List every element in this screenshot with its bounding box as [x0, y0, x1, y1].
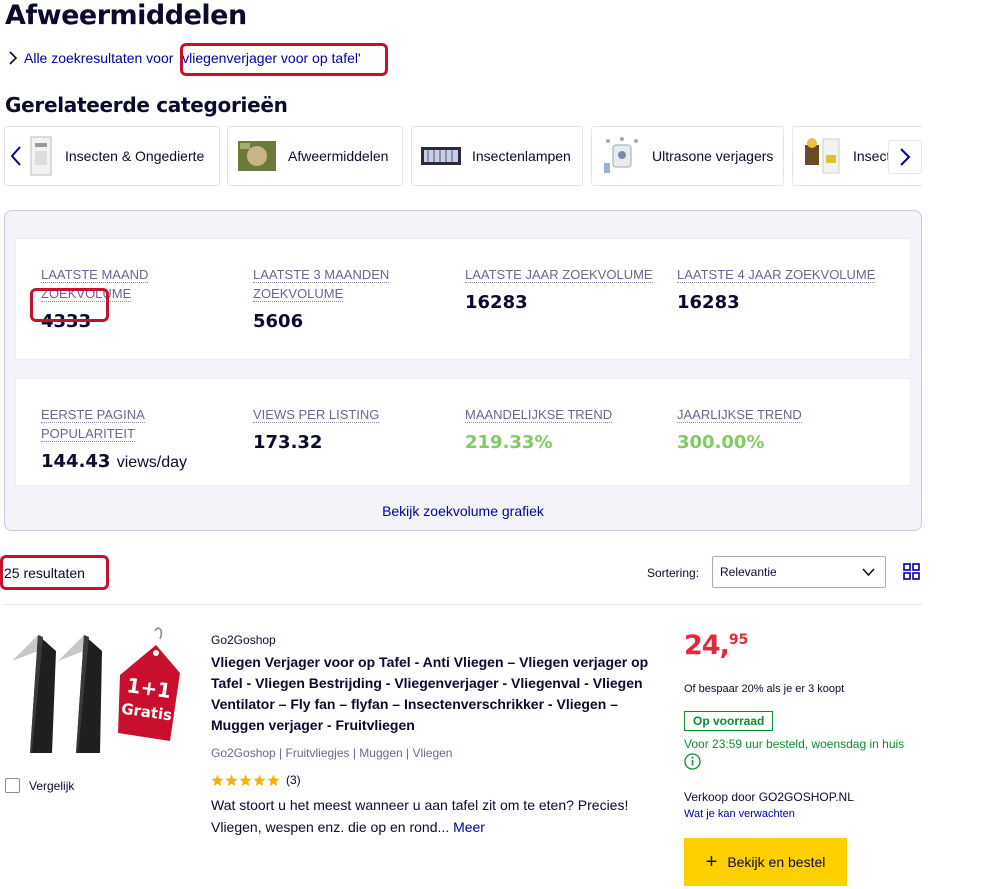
- description-text: Wat stoort u het meest wanneer u aan taf…: [211, 797, 629, 835]
- category-card-afweermiddelen[interactable]: Afweermiddelen: [227, 126, 403, 186]
- stat-last-4-years: LAATSTE 4 JAAR ZOEKVOLUME 16283: [677, 265, 877, 313]
- product-price: 24, 95: [684, 630, 748, 661]
- page-title: Afweermiddelen: [5, 0, 247, 31]
- stock-badge: Op voorraad: [684, 711, 774, 731]
- results-divider: [4, 604, 922, 605]
- category-card-ultrasone[interactable]: Ultrasone verjagers: [591, 126, 784, 186]
- sold-by-text: Verkoop door GO2GOSHOP.NL: [684, 790, 854, 804]
- product-categories: Go2Goshop | Fruitvliegjes | Muggen | Vli…: [211, 746, 453, 760]
- star-icon: [267, 774, 280, 786]
- stat-label[interactable]: LAATSTE JAAR ZOEKVOLUME: [465, 267, 653, 283]
- repellent-box-thumbnail-icon: [238, 141, 276, 171]
- trap-products-thumbnail-icon: [805, 138, 840, 174]
- grid-view-icon[interactable]: [903, 563, 920, 580]
- stat-label[interactable]: LAATSTE 4 JAAR ZOEKVOLUME: [677, 267, 876, 283]
- compare-checkbox[interactable]: Vergelijk: [5, 778, 74, 793]
- sort-selected-value: Relevantie: [720, 565, 777, 579]
- chevron-right-icon: [9, 51, 18, 65]
- stat-value: 173.32: [253, 432, 323, 453]
- delivery-promise: Voor 23:59 uur besteld, woensdag in huis: [684, 737, 905, 751]
- price-cents: 95: [728, 632, 749, 648]
- star-icon: [211, 774, 224, 786]
- stat-unit: views/day: [116, 454, 187, 471]
- chevron-left-icon: [10, 146, 21, 166]
- stat-label[interactable]: LAATSTE MAAND ZOEKVOLUME: [41, 267, 149, 302]
- all-search-results-link[interactable]: Alle zoekresultaten voor 'vliegenverjage…: [8, 50, 361, 66]
- product-brand: Go2Goshop: [211, 633, 276, 647]
- stat-value: 300.00%: [677, 432, 765, 453]
- plus-icon: +: [705, 851, 718, 873]
- product-image[interactable]: 1+1 Gratis: [8, 623, 193, 758]
- search-volume-stats: LAATSTE MAAND ZOEKVOLUME 4333 LAATSTE 3 …: [15, 238, 911, 360]
- stat-last-year: LAATSTE JAAR ZOEKVOLUME 16283: [465, 265, 665, 313]
- stat-yearly-trend: JAARLIJKSE TREND 300.00%: [677, 405, 877, 453]
- search-volume-chart-link[interactable]: Bekijk zoekvolume grafiek: [5, 503, 921, 519]
- chevron-down-icon: [862, 568, 875, 576]
- popularity-stats: EERSTE PAGINA POPULARITEIT 144.43 views/…: [15, 378, 911, 486]
- stat-value: 5606: [253, 311, 304, 332]
- compare-label: Vergelijk: [29, 778, 75, 793]
- stat-views-per-listing: VIEWS PER LISTING 173.32: [253, 405, 453, 453]
- search-insights-panel: LAATSTE MAAND ZOEKVOLUME 4333 LAATSTE 3 …: [4, 210, 922, 531]
- carousel-next-button[interactable]: [888, 140, 922, 174]
- chevron-right-icon: [900, 148, 911, 166]
- stat-label[interactable]: LAATSTE 3 MAANDEN ZOEKVOLUME: [253, 267, 390, 302]
- stat-value: 144.43: [41, 451, 111, 472]
- what-to-expect-link[interactable]: Wat je kan verwachten: [684, 808, 795, 820]
- category-label: Insectenlampen: [472, 148, 571, 164]
- read-more-link[interactable]: Meer: [453, 819, 485, 835]
- related-categories-heading: Gerelateerde categorieën: [5, 93, 288, 117]
- carousel-prev-button[interactable]: [4, 139, 28, 173]
- product-description: Wat stoort u het meest wanneer u aan taf…: [211, 794, 661, 838]
- info-icon[interactable]: [684, 753, 701, 770]
- search-query-link[interactable]: 'vliegenverjager voor op tafel': [179, 50, 360, 66]
- category-label: Insecten & Ongedierte: [65, 148, 205, 164]
- price-main: 24,: [684, 630, 730, 661]
- stat-value: 4333: [41, 311, 92, 332]
- stat-last-3-months: LAATSTE 3 MAANDEN ZOEKVOLUME 5606: [253, 265, 453, 332]
- category-label: Insect: [853, 148, 891, 164]
- category-card-insectenlampen[interactable]: Insectenlampen: [411, 126, 583, 186]
- rating-count: (3): [286, 773, 301, 787]
- bulk-discount-text: Of bespaar 20% als je er 3 koopt: [684, 683, 845, 695]
- product-title-link[interactable]: Vliegen Verjager voor op Tafel - Anti Vl…: [211, 652, 661, 736]
- stat-value: 16283: [465, 292, 528, 313]
- sort-label: Sortering:: [647, 566, 700, 580]
- star-rating[interactable]: (3): [211, 773, 301, 787]
- stat-monthly-trend: MAANDELIJKSE TREND 219.33%: [465, 405, 665, 453]
- related-categories-carousel: Insecten & Ongedierte Afweermiddelen Ins…: [4, 126, 922, 186]
- stat-value: 219.33%: [465, 432, 553, 453]
- stat-label[interactable]: JAARLIJKSE TREND: [677, 407, 802, 423]
- sort-select[interactable]: Relevantie: [712, 556, 886, 588]
- insect-lamp-thumbnail-icon: [421, 147, 461, 165]
- category-label: Ultrasone verjagers: [652, 148, 774, 164]
- buy-button-label: Bekijk en bestel: [727, 854, 826, 870]
- category-label: Afweermiddelen: [288, 148, 389, 164]
- all-results-prefix: Alle zoekresultaten voor: [24, 50, 174, 66]
- stat-label[interactable]: EERSTE PAGINA POPULARITEIT: [41, 407, 145, 442]
- checkbox-box[interactable]: [5, 778, 20, 793]
- view-and-order-button[interactable]: + Bekijk en bestel: [684, 838, 847, 886]
- stat-first-page-popularity: EERSTE PAGINA POPULARITEIT 144.43 views/…: [41, 405, 241, 472]
- category-card-insecten[interactable]: Insecten & Ongedierte: [4, 126, 220, 186]
- star-icon: [239, 774, 252, 786]
- stat-value: 16283: [677, 292, 740, 313]
- stat-label[interactable]: MAANDELIJKSE TREND: [465, 407, 613, 423]
- ultrasonic-repeller-thumbnail-icon: [604, 137, 638, 173]
- results-count: 25 resultaten: [4, 565, 85, 581]
- stat-label[interactable]: VIEWS PER LISTING: [253, 407, 380, 423]
- star-icon: [253, 774, 266, 786]
- star-icon: [225, 774, 238, 786]
- stat-last-month: LAATSTE MAAND ZOEKVOLUME 4333: [41, 265, 241, 332]
